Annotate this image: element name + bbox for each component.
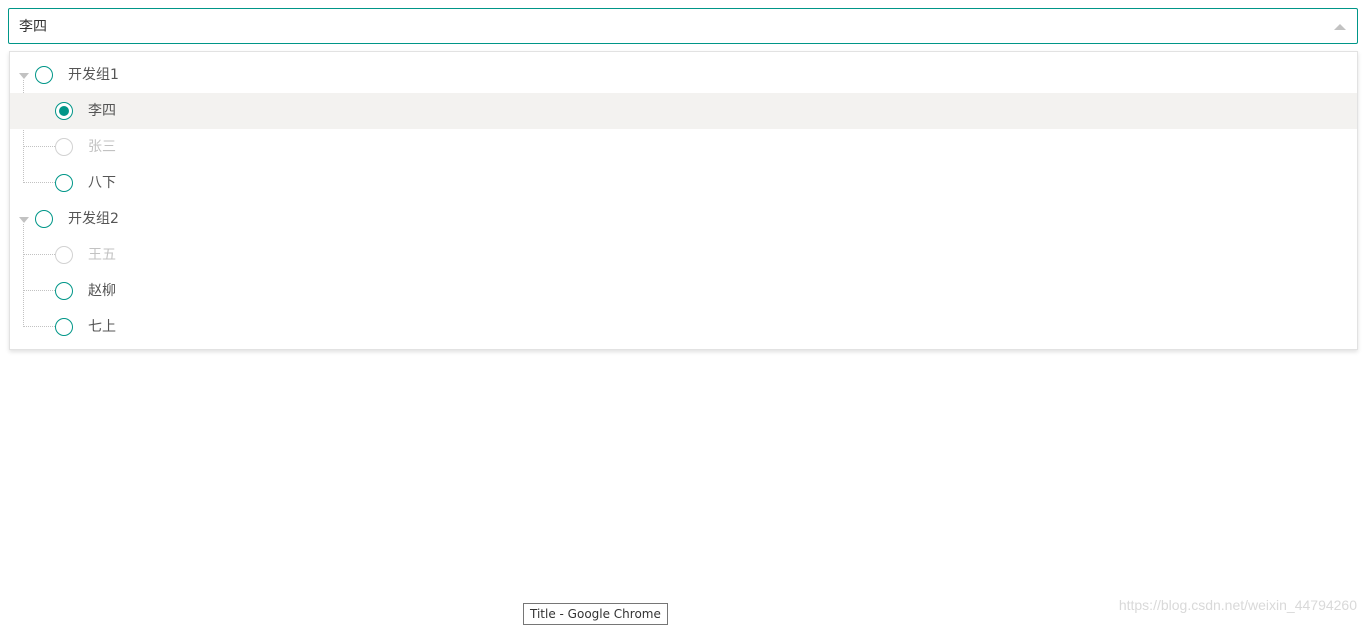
tree-leaf-node[interactable]: 李四 [10, 93, 1357, 129]
caret-down-icon[interactable] [19, 217, 29, 223]
leaf-label: 赵柳 [88, 283, 116, 299]
radio-button-disabled [55, 246, 73, 264]
radio-button-disabled [55, 138, 73, 156]
tree-leaf-node[interactable]: 赵柳 [10, 273, 1357, 309]
radio-button[interactable] [55, 174, 73, 192]
radio-button[interactable] [55, 318, 73, 336]
watermark: https://blog.csdn.net/weixin_44794260 [1118, 597, 1357, 613]
group-label: 开发组1 [68, 67, 119, 83]
leaf-label: 张三 [88, 139, 116, 155]
group-label: 开发组2 [68, 211, 119, 227]
leaf-label: 李四 [88, 103, 116, 119]
radio-tree: 开发组1 李四 张三 八下 开发组2 王五 赵柳 七上 [10, 52, 1357, 349]
window-title-tooltip: Title - Google Chrome [523, 603, 668, 625]
page: 李四 开发组1 李四 张三 八下 开发组2 王五 赵柳 七上 Title - G… [0, 0, 1366, 625]
tree-select-input[interactable]: 李四 [8, 8, 1358, 44]
radio-button[interactable] [35, 66, 53, 84]
radio-button-checked[interactable] [55, 102, 73, 120]
tree-dropdown-panel: 开发组1 李四 张三 八下 开发组2 王五 赵柳 七上 [9, 51, 1358, 350]
tree-group-node[interactable]: 开发组1 [10, 57, 1357, 93]
selected-value: 李四 [19, 19, 47, 35]
radio-button[interactable] [55, 282, 73, 300]
tree-group-node[interactable]: 开发组2 [10, 201, 1357, 237]
radio-button[interactable] [35, 210, 53, 228]
leaf-label: 八下 [88, 175, 116, 191]
caret-up-icon[interactable] [1334, 24, 1346, 30]
leaf-label: 七上 [88, 319, 116, 335]
tree-leaf-node-disabled: 张三 [10, 129, 1357, 165]
tree-leaf-node[interactable]: 七上 [10, 309, 1357, 345]
leaf-label: 王五 [88, 247, 116, 263]
tree-leaf-node[interactable]: 八下 [10, 165, 1357, 201]
tree-leaf-node-disabled: 王五 [10, 237, 1357, 273]
caret-down-icon[interactable] [19, 73, 29, 79]
